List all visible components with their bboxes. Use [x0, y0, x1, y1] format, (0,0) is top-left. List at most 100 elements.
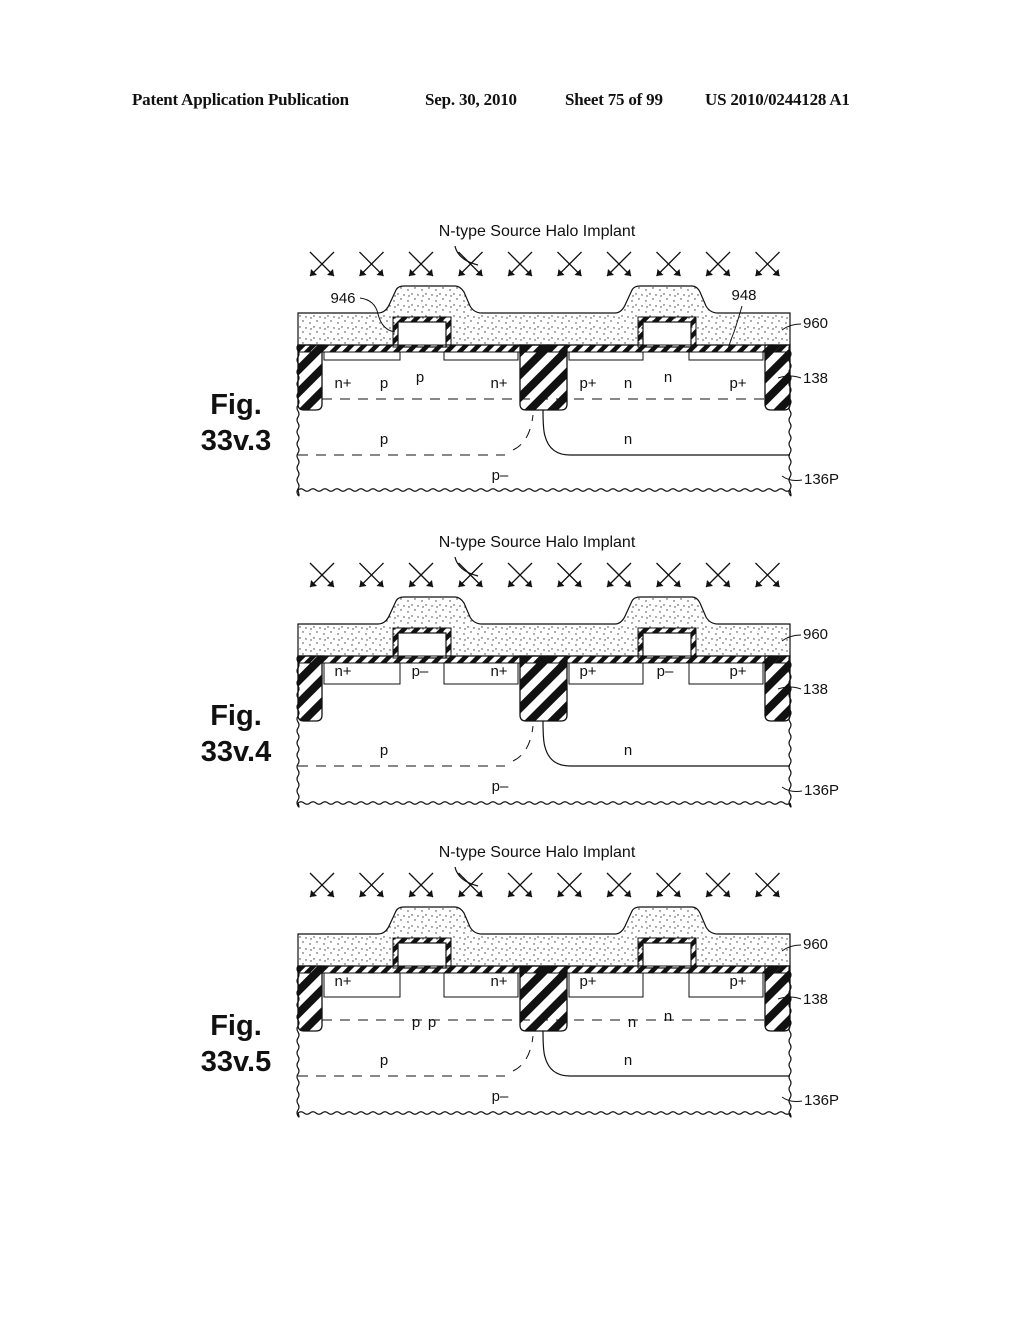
- region-label-halo: p: [380, 375, 388, 392]
- substrate-bottom-edge: [297, 801, 791, 805]
- nmos-gate: [397, 632, 447, 659]
- implant-arrow-icon: [408, 562, 434, 588]
- ref-138: 138: [803, 681, 828, 698]
- region-label-p-plus: p+: [729, 375, 746, 392]
- publication-label: Patent Application Publication: [132, 90, 349, 109]
- implant-arrow-icon: [507, 562, 533, 588]
- p-plus-right-junction: [688, 352, 764, 361]
- nmos-gate: [397, 942, 447, 969]
- p-well-boundary: [298, 414, 534, 456]
- implant-arrow-icon: [458, 562, 483, 588]
- trench-right: [764, 655, 791, 722]
- trench-left: [297, 965, 323, 1032]
- region-label-n-plus: n+: [334, 375, 351, 392]
- region-label-substrate: p–: [492, 467, 509, 484]
- ref-946: 946: [330, 290, 355, 307]
- implant-arrow-icon: [359, 872, 384, 898]
- oxide-layer-960: [297, 596, 791, 657]
- implant-title: N-type Source Halo Implant: [439, 844, 636, 861]
- pmos-gate: [642, 321, 692, 348]
- region-label-n-plus: n+: [334, 663, 351, 680]
- region-label-p-plus: p+: [579, 973, 596, 990]
- p-plus-right-junction: [688, 663, 764, 685]
- region-label-n-plus: n+: [334, 973, 351, 990]
- cross-section-diagram-33v3: N-type Source Halo Implant n+ n+ p+ p+ p p n n p n…: [296, 223, 839, 497]
- pmos-gate: [642, 632, 692, 659]
- region-label-p-well: p: [380, 742, 388, 759]
- region-label-p-plus: p+: [729, 663, 746, 680]
- implant-arrow-icon: [606, 562, 632, 588]
- implant-arrow-icon: [656, 251, 681, 277]
- implant-arrow-icon: [309, 872, 335, 898]
- trench-left: [297, 344, 323, 411]
- substrate-bottom-edge: [297, 488, 791, 492]
- implant-pointer-leader: [454, 866, 479, 887]
- region-label-channel: p–: [657, 663, 674, 680]
- region-label-substrate: p–: [492, 778, 509, 795]
- oxide-layer-960: [297, 285, 791, 346]
- n-well-boundary: [542, 720, 790, 767]
- patent-number: US 2010/0244128 A1: [705, 90, 850, 109]
- ref-136P: 136P: [804, 471, 839, 488]
- region-label-substrate: p–: [492, 1088, 509, 1105]
- region-label-n-plus: n+: [490, 973, 507, 990]
- implant-arrow-icon: [458, 251, 483, 277]
- region-label-p-plus: p+: [729, 973, 746, 990]
- region-label-p-well: p: [380, 1052, 388, 1069]
- implant-arrow-icon: [408, 251, 434, 277]
- n-well-boundary: [542, 1030, 790, 1077]
- region-label-p-well: p: [380, 431, 388, 448]
- implant-arrow-icon: [606, 251, 632, 277]
- implant-arrow-icon: [557, 251, 582, 277]
- ref-136P-leader: [781, 475, 803, 481]
- implant-arrow-icon: [309, 251, 335, 277]
- oxide-layer-960: [297, 906, 791, 967]
- sheet-number: Sheet 75 of 99: [565, 90, 663, 109]
- region-label-p-plus: p+: [579, 663, 596, 680]
- implant-title: N-type Source Halo Implant: [439, 534, 636, 551]
- trench-right: [764, 344, 791, 411]
- region-label-channel: p–: [412, 663, 429, 680]
- ref-138: 138: [803, 991, 828, 1008]
- region-label-halo: n: [664, 1008, 672, 1025]
- n-well-boundary: [542, 409, 790, 456]
- implant-arrow-icon: [755, 251, 780, 277]
- implant-pointer-leader: [454, 556, 479, 577]
- substrate-bottom-edge: [297, 1111, 791, 1115]
- implant-arrow-icon: [507, 251, 533, 277]
- cross-section-diagram-33v5: N-type Source Halo Implantn+ n+ p+ p+p p n np n…: [296, 844, 839, 1118]
- region-label-halo: p: [412, 1014, 420, 1031]
- ref-136P-leader: [781, 1096, 803, 1102]
- trench-right: [764, 965, 791, 1032]
- implant-arrow-icon: [557, 562, 582, 588]
- cross-section-diagram-33v4: N-type Source Halo Implant n+ n+ p+ p+ p– p– p n…: [296, 534, 839, 808]
- implant-arrow-icon: [507, 872, 533, 898]
- implant-arrow-icon: [359, 251, 384, 277]
- region-label-halo: p: [416, 369, 424, 386]
- region-label-n-well: n: [624, 742, 632, 759]
- region-label-n-plus: n+: [490, 663, 507, 680]
- pmos-gate: [642, 942, 692, 969]
- region-label-halo: n: [664, 369, 672, 386]
- implant-arrow-icon: [408, 872, 434, 898]
- region-label-n-well: n: [624, 1052, 632, 1069]
- implant-arrow-icon: [606, 872, 632, 898]
- implant-arrow-icon: [705, 562, 731, 588]
- region-label-n-well: n: [624, 431, 632, 448]
- ref-948: 948: [731, 287, 756, 304]
- ref-136P: 136P: [804, 782, 839, 799]
- implant-title: N-type Source Halo Implant: [439, 223, 636, 240]
- n-plus-left-junction: [323, 352, 401, 361]
- implant-arrow-icon: [656, 872, 681, 898]
- implant-arrow-icon: [755, 562, 780, 588]
- nmos-gate: [397, 321, 447, 348]
- region-label-n-plus: n+: [490, 375, 507, 392]
- ref-960: 960: [803, 315, 828, 332]
- implant-arrow-icon: [309, 562, 335, 588]
- implant-arrow-icon: [458, 872, 483, 898]
- p-plus-right-junction: [688, 973, 764, 998]
- implant-arrow-icon: [705, 251, 731, 277]
- trench-center: [519, 965, 568, 1032]
- region-label-halo: n: [624, 375, 632, 392]
- region-label-halo: p: [428, 1014, 436, 1031]
